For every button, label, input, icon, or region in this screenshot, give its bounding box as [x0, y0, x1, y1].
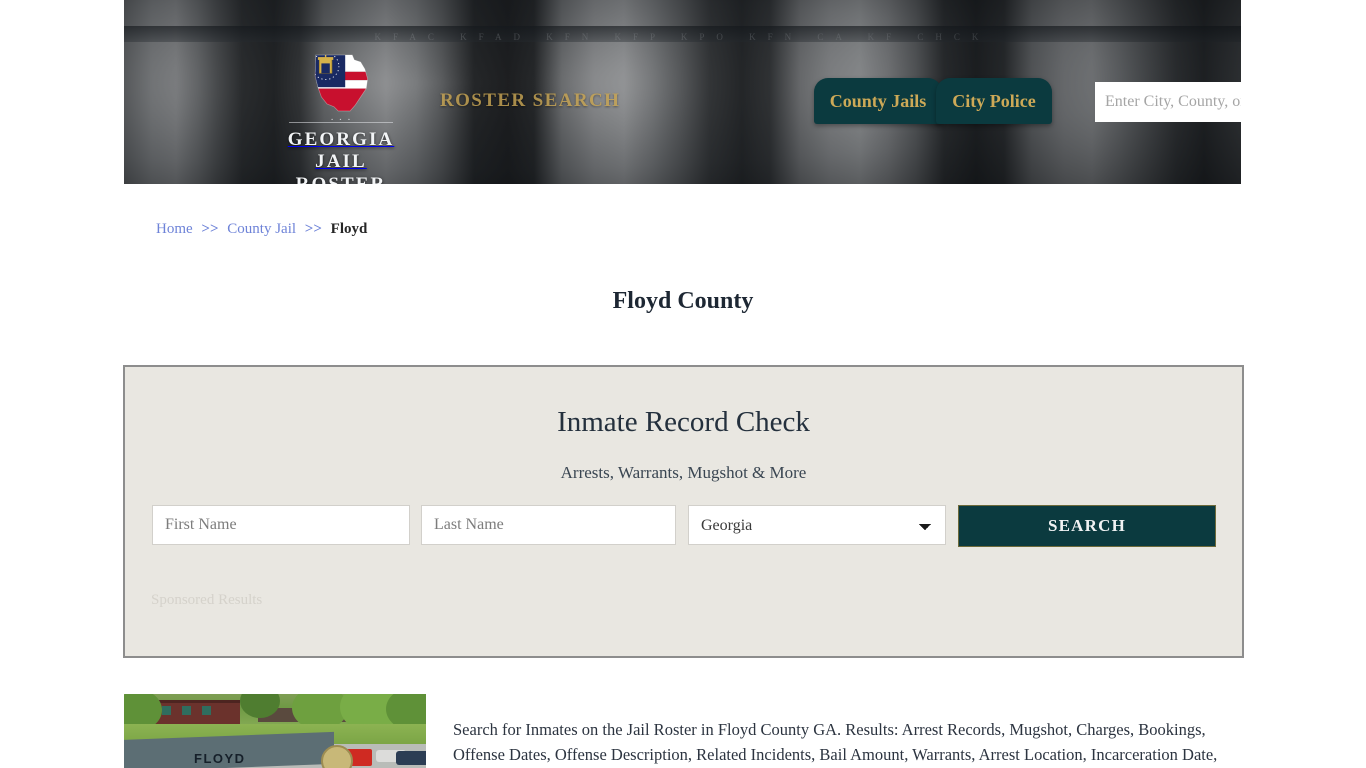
- breadcrumb: Home >> County Jail >> Floyd: [156, 221, 367, 238]
- breadcrumb-item-county-jail[interactable]: County Jail: [227, 221, 296, 237]
- first-name-input[interactable]: [152, 505, 410, 545]
- nav-tab-county-jails[interactable]: County Jails: [814, 78, 942, 124]
- panel-subheading: Arrests, Warrants, Mugshot & More: [560, 463, 807, 483]
- breadcrumb-item-current: Floyd: [330, 221, 368, 237]
- breadcrumb-separator: >>: [201, 221, 219, 237]
- header-search-input[interactable]: [1095, 82, 1241, 122]
- site-header: KFAC KFAD KFN KFP KPO KFN CA KF CHCK: [124, 0, 1241, 184]
- last-name-input[interactable]: [421, 505, 676, 545]
- georgia-state-flag-icon: [306, 48, 376, 118]
- inmate-record-check-panel: Inmate Record Check Arrests, Warrants, M…: [123, 365, 1244, 658]
- inmate-search-form: Georgia SEARCH: [152, 505, 1216, 547]
- nav-tab-city-police[interactable]: City Police: [936, 78, 1052, 124]
- photo-car: [396, 751, 426, 765]
- page-title: Floyd County: [612, 288, 754, 315]
- photo-window: [202, 706, 211, 715]
- logo-line-1: GEORGIA: [287, 129, 395, 150]
- breadcrumb-separator: >>: [304, 221, 322, 237]
- photo-sign-text: FLOYD: [194, 751, 246, 766]
- photo-window: [162, 706, 171, 715]
- panel-heading: Inmate Record Check: [557, 406, 810, 438]
- header-search: [1095, 82, 1241, 122]
- sponsored-results-label: Sponsored Results: [151, 592, 263, 608]
- photo-window: [182, 706, 191, 715]
- logo-line-2: JAIL ROSTER: [296, 151, 385, 184]
- page-root: KFAC KFAD KFN KFP KPO KFN CA KF CHCK: [0, 0, 1366, 768]
- state-select[interactable]: Georgia: [688, 505, 946, 545]
- search-button[interactable]: SEARCH: [958, 505, 1216, 547]
- floyd-county-jail-photo[interactable]: FLOYD: [124, 694, 426, 768]
- breadcrumb-item-home[interactable]: Home: [156, 221, 193, 237]
- logo-divider: [289, 122, 393, 123]
- page-description: Search for Inmates on the Jail Roster in…: [453, 719, 1218, 765]
- site-logo[interactable]: GEORGIA JAIL ROSTER: [275, 48, 407, 184]
- roster-search-wordmark: ROSTER SEARCH: [440, 90, 621, 111]
